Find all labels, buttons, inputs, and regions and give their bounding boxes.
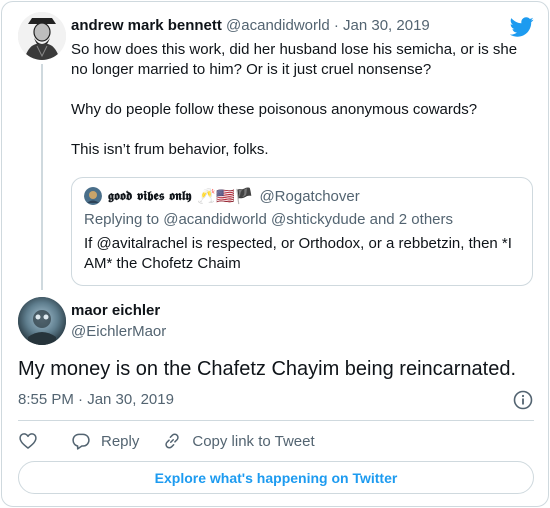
parent-header: andrew mark bennett @acandidworld · Jan … (71, 16, 430, 36)
parent-display-name[interactable]: andrew mark bennett (71, 17, 222, 34)
quoted-tweet-header: 𝖌𝖔𝖔𝖉 𝖛𝖎𝖇𝖊𝖘 𝖔𝖓𝖑𝖞 🥂🇺🇸🏴 @Rogatchover (84, 186, 360, 206)
main-tweet-timestamp[interactable]: 8:55 PM · Jan 30, 2019 (18, 390, 174, 410)
parent-date[interactable]: Jan 30, 2019 (343, 17, 430, 34)
heart-icon (19, 433, 37, 449)
quoted-reply-context: Replying to @acandidworld @shtickydude a… (84, 211, 453, 228)
thread-connector-line (41, 64, 43, 290)
main-handle[interactable]: @EichlerMaor (71, 322, 166, 342)
parent-avatar[interactable] (18, 12, 66, 60)
parent-paragraph: Why do people follow these poisonous ano… (71, 101, 478, 118)
like-button[interactable] (18, 431, 38, 451)
info-icon[interactable] (512, 389, 534, 411)
quoted-name-emoji: 🥂🇺🇸🏴 (197, 188, 254, 205)
quoted-tweet[interactable]: 𝖌𝖔𝖔𝖉 𝖛𝖎𝖇𝖊𝖘 𝖔𝖓𝖑𝖞 🥂🇺🇸🏴 @Rogatchover Replyi… (71, 177, 533, 286)
reply-button[interactable]: Reply (71, 431, 139, 451)
main-display-name[interactable]: maor eichler (71, 301, 160, 321)
main-avatar[interactable] (18, 297, 66, 345)
copy-link-button[interactable]: Copy link to Tweet (162, 431, 315, 451)
action-bar: Reply Copy link to Tweet (18, 429, 315, 453)
quoted-tweet-text: If @avitalrachel is respected, or Orthod… (84, 235, 512, 272)
explore-twitter-button[interactable]: Explore what's happening on Twitter (18, 461, 534, 494)
tweet-embed-card: andrew mark bennett @acandidworld · Jan … (1, 1, 549, 507)
parent-paragraph: This isn’t frum behavior, folks. (71, 141, 269, 158)
main-tweet-text: My money is on the Chafetz Chayim being … (18, 358, 517, 380)
copy-link-label: Copy link to Tweet (192, 432, 315, 450)
divider (18, 420, 534, 421)
quoted-display-name: 𝖌𝖔𝖔𝖉 𝖛𝖎𝖇𝖊𝖘 𝖔𝖓𝖑𝖞 (108, 188, 192, 204)
reply-label: Reply (101, 432, 140, 450)
parent-handle[interactable]: @acandidworld (226, 17, 330, 34)
quoted-avatar (84, 187, 102, 205)
parent-paragraph: So how does this work, did her husband l… (71, 41, 518, 78)
twitter-bird-icon[interactable] (510, 15, 534, 39)
link-icon (165, 433, 180, 449)
quoted-handle: @Rogatchover (259, 187, 360, 205)
reply-icon (72, 433, 90, 450)
parent-separator: · (329, 17, 344, 34)
parent-tweet-text: So how does this work, did her husband l… (71, 40, 533, 160)
